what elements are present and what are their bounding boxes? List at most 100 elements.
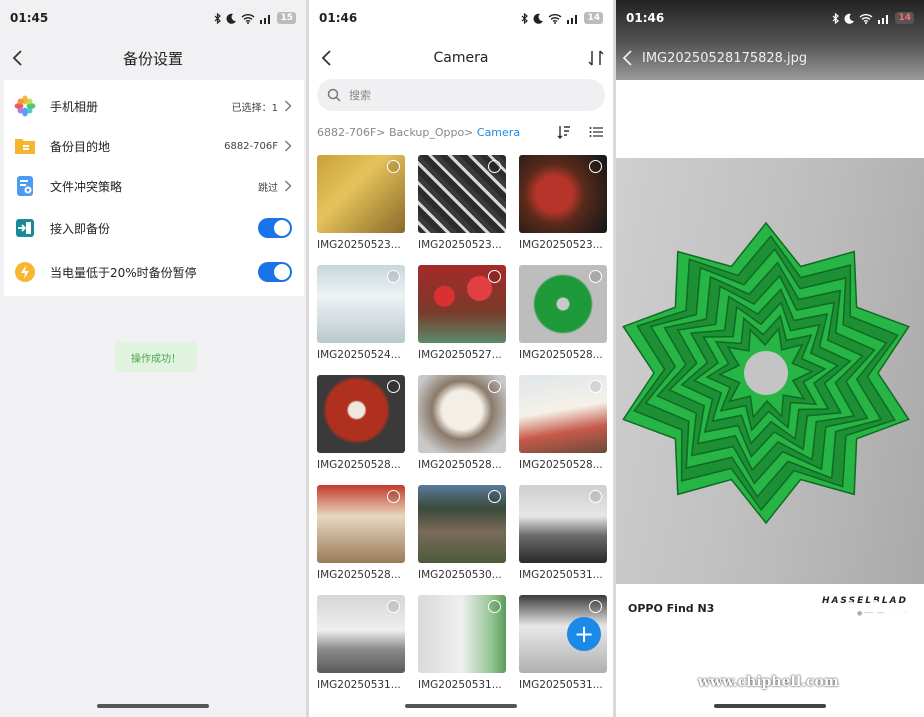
chevron-right-icon — [285, 180, 292, 192]
setting-row-album[interactable]: 手机相册 已选择：1 — [4, 86, 304, 126]
select-checkbox[interactable] — [589, 600, 602, 613]
bluetooth-icon — [833, 12, 840, 24]
file-tile[interactable]: IMG20250531... — [519, 485, 607, 581]
breadcrumb-current: Camera — [476, 126, 521, 139]
select-checkbox[interactable] — [387, 490, 400, 503]
select-checkbox[interactable] — [589, 490, 602, 503]
file-thumbnail — [317, 265, 405, 343]
file-tile[interactable]: IMG20250523... — [418, 155, 506, 251]
file-name: IMG20250530... — [418, 569, 502, 581]
file-thumbnail — [519, 485, 607, 563]
status-time: 01:45 — [10, 11, 49, 25]
file-name: IMG20250531... — [418, 679, 502, 691]
backup-settings-screen: 01:45 15 备份设置 手机相册 已选择：1 备份目的地 6882-706F… — [0, 0, 306, 717]
status-bar: 01:45 15 — [0, 0, 306, 36]
file-name: IMG20250523... — [519, 239, 603, 251]
home-indicator[interactable] — [714, 704, 826, 708]
back-arrow-icon[interactable] — [8, 48, 28, 68]
file-thumbnail — [317, 375, 405, 453]
select-checkbox[interactable] — [488, 160, 501, 173]
sort-order-icon[interactable] — [557, 125, 571, 139]
setting-label: 当电量低于20%时备份暂停 — [50, 265, 197, 280]
moon-icon — [844, 13, 855, 24]
document-settings-icon — [14, 175, 36, 197]
file-tile[interactable]: IMG20250531... — [418, 595, 506, 691]
moon-icon — [226, 13, 237, 24]
file-tile[interactable]: IMG20250528... — [519, 265, 607, 361]
file-tile[interactable]: IMG20250528... — [317, 375, 405, 471]
signal-icon — [567, 14, 578, 24]
file-browser-screen: 01:46 14 Camera 搜索 6882-706F> Backup_Opp… — [309, 0, 613, 717]
select-checkbox[interactable] — [387, 380, 400, 393]
select-checkbox[interactable] — [589, 270, 602, 283]
status-bar: 01:46 14 — [309, 0, 613, 36]
list-view-icon[interactable] — [589, 125, 603, 139]
success-toast: 操作成功！ — [115, 342, 197, 372]
battery-saver-icon — [14, 261, 36, 283]
nav-bar: 备份设置 — [0, 40, 306, 76]
file-thumbnail — [418, 155, 506, 233]
file-tile[interactable]: IMG20250528... — [519, 375, 607, 471]
file-tile[interactable]: IMG20250524... — [317, 265, 405, 361]
file-name: IMG20250524... — [317, 349, 401, 361]
setting-row-auto-backup: 接入即备份 — [4, 208, 304, 248]
file-tile[interactable]: IMG20250523... — [519, 155, 607, 251]
sort-icon[interactable] — [587, 49, 605, 67]
setting-value: 已选择：1 — [231, 102, 278, 114]
back-arrow-icon[interactable] — [317, 48, 337, 68]
select-checkbox[interactable] — [387, 160, 400, 173]
file-thumbnail — [317, 155, 405, 233]
watermark-text: www.chiphell.com — [698, 674, 839, 690]
page-title: Camera — [433, 50, 489, 66]
back-arrow-icon[interactable] — [620, 49, 636, 67]
file-tile[interactable]: IMG20250527... — [418, 265, 506, 361]
setting-value: 6882-706F — [224, 140, 278, 152]
select-checkbox[interactable] — [589, 380, 602, 393]
search-input[interactable]: 搜索 — [317, 79, 605, 111]
setting-label: 手机相册 — [50, 99, 99, 114]
home-indicator[interactable] — [405, 704, 517, 708]
file-tile[interactable]: IMG20250528... — [418, 375, 506, 471]
add-button[interactable]: + — [567, 617, 601, 651]
setting-row-destination[interactable]: 备份目的地 6882-706F — [4, 126, 304, 166]
select-checkbox[interactable] — [488, 490, 501, 503]
search-icon — [327, 88, 341, 102]
file-title: IMG20250528175828.jpg — [642, 50, 808, 66]
setting-value: 跳过 — [258, 182, 278, 194]
file-thumbnail — [519, 155, 607, 233]
file-tile[interactable]: IMG20250531... — [317, 595, 405, 691]
file-name: IMG20250531... — [317, 679, 401, 691]
photo-viewer-screen: 01:46 14 IMG20250528175828.jpg OPPO Find… — [616, 0, 924, 717]
chevron-right-icon — [285, 100, 292, 112]
search-placeholder: 搜索 — [349, 89, 371, 102]
login-icon — [14, 217, 36, 239]
signal-icon — [878, 14, 889, 24]
select-checkbox[interactable] — [589, 160, 602, 173]
file-thumbnail — [418, 265, 506, 343]
bluetooth-icon — [215, 12, 222, 24]
select-checkbox[interactable] — [488, 270, 501, 283]
battery-icon: 14 — [584, 12, 603, 24]
select-checkbox[interactable] — [488, 380, 501, 393]
file-thumbnail — [519, 265, 607, 343]
home-indicator[interactable] — [97, 704, 209, 708]
select-checkbox[interactable] — [488, 600, 501, 613]
file-tile[interactable]: IMG20250530... — [418, 485, 506, 581]
wifi-icon — [549, 13, 562, 24]
setting-row-conflict[interactable]: 文件冲突策略 跳过 — [4, 166, 304, 206]
breadcrumb-path[interactable]: 6882-706F> Backup_Oppo> — [317, 126, 477, 139]
battery-pause-toggle[interactable] — [258, 262, 292, 282]
device-name: OPPO Find N3 — [628, 602, 715, 615]
photo-view[interactable] — [616, 158, 924, 584]
select-checkbox[interactable] — [387, 270, 400, 283]
status-bar: 01:46 14 — [616, 0, 924, 36]
nav-bar: Camera — [309, 40, 613, 76]
breadcrumb: 6882-706F> Backup_Oppo> Camera — [317, 126, 520, 139]
file-tile[interactable]: IMG20250528... — [317, 485, 405, 581]
nav-bar: IMG20250528175828.jpg — [616, 44, 924, 72]
file-tile[interactable]: IMG20250523... — [317, 155, 405, 251]
file-name: IMG20250528... — [317, 459, 401, 471]
auto-backup-toggle[interactable] — [258, 218, 292, 238]
battery-icon: 14 — [895, 12, 914, 24]
select-checkbox[interactable] — [387, 600, 400, 613]
